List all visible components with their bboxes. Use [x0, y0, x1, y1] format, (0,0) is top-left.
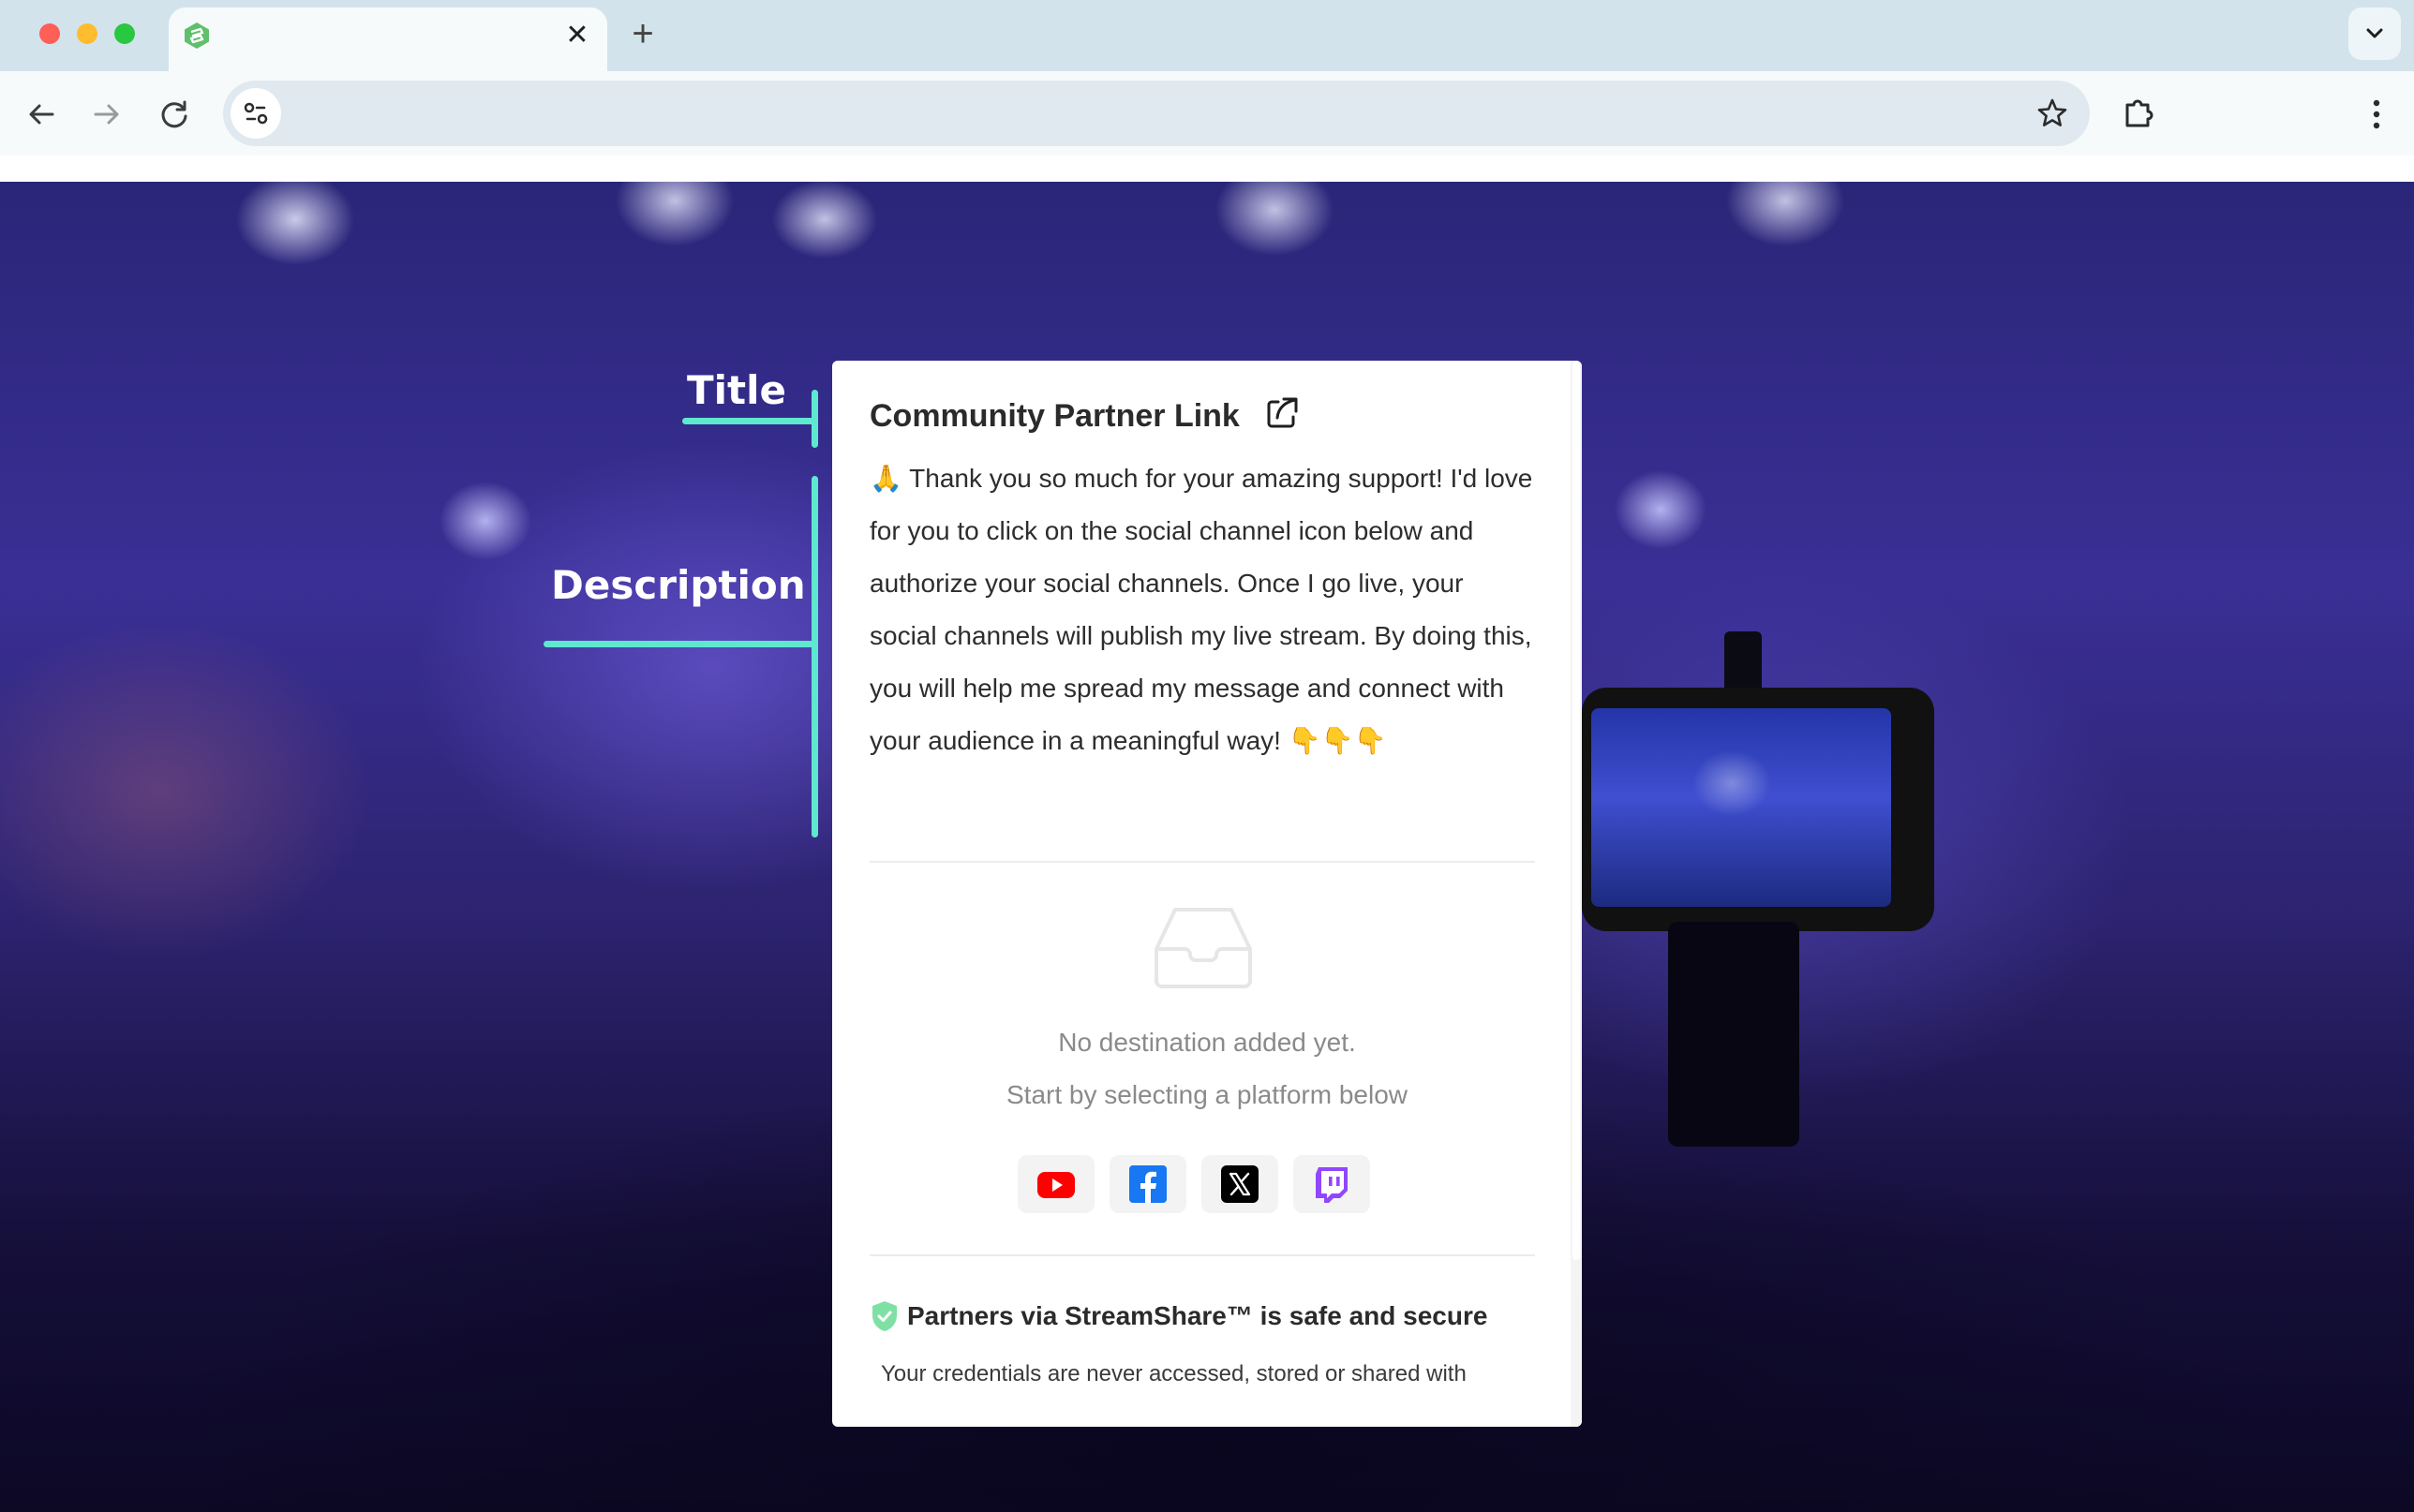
phone-recording-image	[1582, 688, 1934, 931]
x-twitter-button[interactable]	[1201, 1155, 1278, 1213]
bookmark-star-icon[interactable]	[2035, 96, 2069, 130]
facebook-button[interactable]	[1110, 1155, 1186, 1213]
phone-tripod	[1668, 922, 1799, 1147]
extensions-puzzle-icon[interactable]	[2120, 94, 2159, 133]
annotation-title-label: Title	[687, 367, 787, 413]
empty-state-hint: Start by selecting a platform below	[1006, 1080, 1408, 1109]
card-title: Community Partner Link	[870, 398, 1240, 434]
community-partner-card: Community Partner Link 🙏 Thank you so mu…	[832, 361, 1582, 1427]
tab-close-icon[interactable]: ✕	[559, 17, 596, 54]
maximize-window-button[interactable]	[114, 23, 135, 44]
empty-state-title: No destination added yet.	[1058, 1028, 1356, 1057]
annotation-title-bracket	[812, 390, 818, 448]
card-divider-bottom	[870, 1254, 1535, 1256]
url-text[interactable]	[298, 97, 1985, 129]
browser-toolbar	[0, 71, 2414, 156]
close-window-button[interactable]	[39, 23, 60, 44]
forward-button[interactable]	[86, 94, 127, 135]
card-scrollbar-thumb[interactable]	[1572, 361, 1580, 1260]
share-icon[interactable]	[1263, 394, 1301, 432]
site-info-button[interactable]	[231, 88, 281, 139]
security-subtext: Your credentials are never accessed, sto…	[881, 1361, 1467, 1386]
annotation-description-label: Description	[551, 562, 806, 608]
twitch-icon	[1316, 1167, 1348, 1203]
annotation-title-underline	[682, 418, 815, 424]
youtube-icon	[1037, 1172, 1075, 1198]
youtube-button[interactable]	[1018, 1155, 1095, 1213]
reload-button[interactable]	[154, 94, 195, 135]
security-heading: Partners via StreamShare™ is safe and se…	[907, 1301, 1488, 1330]
x-icon	[1221, 1165, 1259, 1203]
browser-window: ✕ + Title Description Community Partner …	[0, 0, 2414, 1512]
card-description: 🙏 Thank you so much for your amazing sup…	[870, 464, 1533, 755]
kebab-menu-icon[interactable]	[2358, 94, 2395, 135]
card-divider-top	[870, 861, 1535, 863]
security-notice: Partners via StreamShare™ is safe and se…	[870, 1297, 1544, 1335]
page-content: Title Description Community Partner Link…	[0, 182, 2414, 1512]
shield-check-icon	[872, 1301, 897, 1331]
tune-icon	[244, 102, 268, 125]
phone-screen	[1591, 708, 1891, 907]
inbox-tray-icon	[1155, 908, 1252, 988]
minimize-window-button[interactable]	[77, 23, 97, 44]
address-bar[interactable]	[223, 81, 2090, 146]
new-tab-button[interactable]: +	[622, 15, 663, 56]
twitch-button[interactable]	[1293, 1155, 1370, 1213]
chevron-down-icon	[2366, 28, 2383, 38]
annotation-description-underline	[544, 641, 815, 647]
browser-tab[interactable]: ✕	[169, 7, 607, 71]
tab-search-button[interactable]	[2348, 7, 2401, 60]
back-button[interactable]	[21, 94, 62, 135]
facebook-icon	[1129, 1165, 1167, 1203]
annotation-description-bracket	[812, 476, 818, 838]
streamshare-logo-icon	[185, 22, 209, 49]
tab-strip: ✕ +	[0, 0, 2414, 71]
